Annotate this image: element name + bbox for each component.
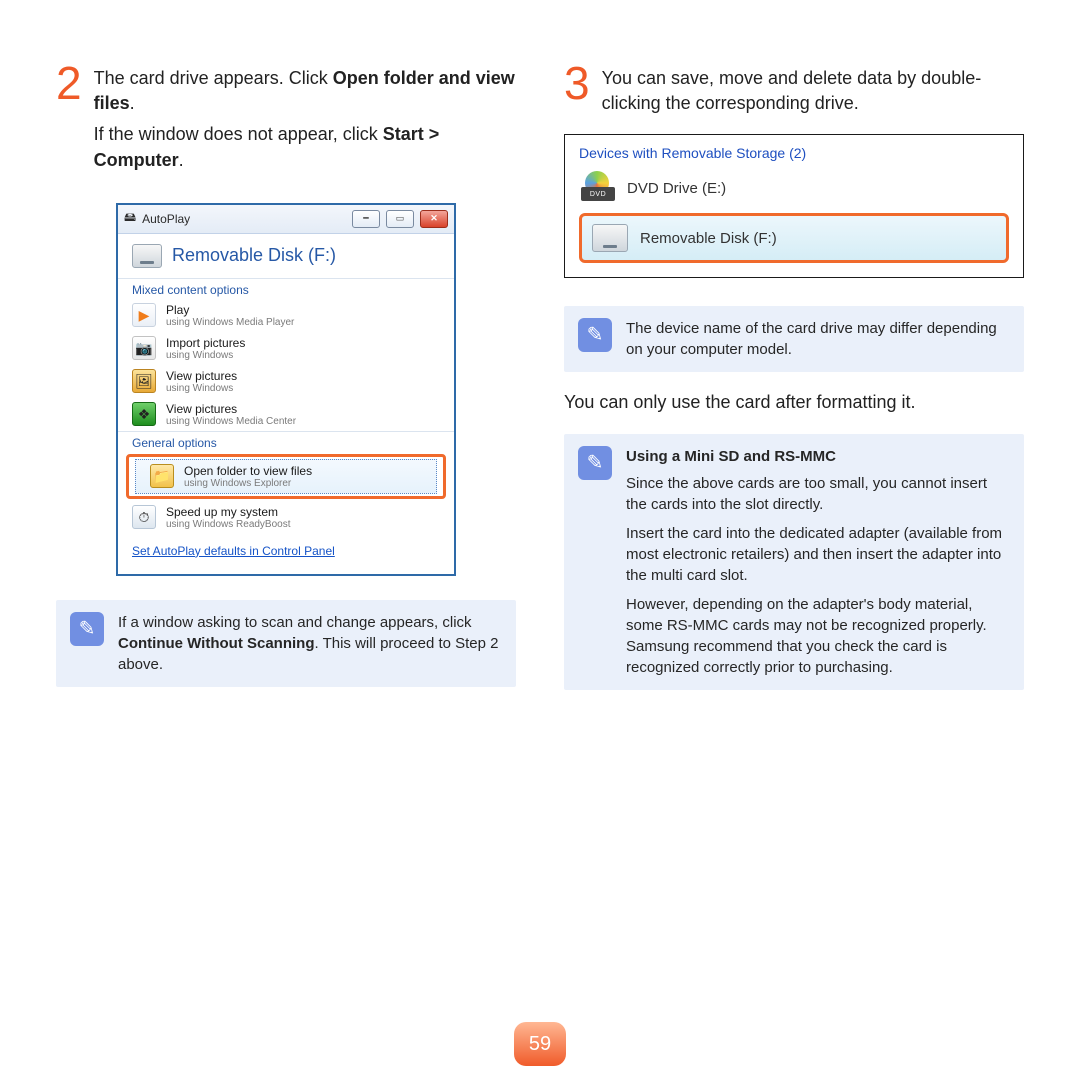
option-view-sub: using Windows — [166, 383, 237, 394]
format-card-text: You can only use the card after formatti… — [564, 390, 1024, 415]
dvd-drive-item[interactable]: DVD DVD Drive (E:) — [579, 169, 1009, 207]
step2-line1-pre: The card drive appears. Click — [94, 68, 333, 88]
autoplay-defaults-link[interactable]: Set AutoPlay defaults in Control Panel — [132, 544, 335, 558]
note-scan-pre: If a window asking to scan and change ap… — [118, 614, 472, 631]
note-mini-sd-p2: Insert the card into the dedicated adapt… — [626, 523, 1010, 586]
option-view-title: View pictures — [166, 369, 237, 383]
removable-disk-icon — [592, 224, 628, 252]
removable-disk-item[interactable]: Removable Disk (F:) — [592, 224, 996, 252]
page-number-badge: 59 — [514, 1022, 566, 1066]
option-open-folder[interactable]: 📁 Open folder to view files using Window… — [135, 459, 437, 494]
option-play-sub: using Windows Media Player — [166, 317, 294, 328]
option-view-pictures-wmc[interactable]: ❖ View pictures using Windows Media Cent… — [118, 398, 454, 431]
option-import-sub: using Windows — [166, 350, 245, 361]
autoplay-window: 🖴 AutoPlay ━ ▭ ✕ Removable Disk (F:) Mix… — [116, 203, 456, 576]
step2-line1-post: . — [130, 93, 135, 113]
step-2-header: 2 The card drive appears. Click Open fol… — [56, 60, 516, 173]
pencil-note-icon: ✎ — [578, 446, 612, 480]
page-content: 2 The card drive appears. Click Open fol… — [0, 0, 1080, 690]
option-wmc-sub: using Windows Media Center — [166, 416, 296, 427]
minimize-button[interactable]: ━ — [352, 210, 380, 228]
note-mini-sd-title: Using a Mini SD and RS-MMC — [626, 446, 1010, 467]
note-mini-sd-p1: Since the above cards are too small, you… — [626, 473, 1010, 515]
option-speed-sub: using Windows ReadyBoost — [166, 519, 291, 530]
dvd-box-label: DVD — [581, 187, 615, 201]
mixed-content-label: Mixed content options — [118, 278, 454, 299]
pictures-icon: 🖼 — [132, 369, 156, 393]
autoplay-title: AutoPlay — [142, 212, 346, 226]
step-2-body: The card drive appears. Click Open folde… — [94, 66, 516, 173]
autoplay-header-text: Removable Disk (F:) — [172, 245, 336, 266]
option-speed-title: Speed up my system — [166, 505, 291, 519]
option-play-title: Play — [166, 303, 294, 317]
step-3-body: You can save, move and delete data by do… — [602, 66, 1024, 116]
explorer-heading: Devices with Removable Storage (2) — [579, 145, 1009, 161]
close-button[interactable]: ✕ — [420, 210, 448, 228]
wmp-icon: ▶ — [132, 303, 156, 327]
option-view-pictures[interactable]: 🖼 View pictures using Windows — [118, 365, 454, 398]
option-speedup[interactable]: ⏱ Speed up my system using Windows Ready… — [118, 501, 454, 534]
note-mini-sd-p3: However, depending on the adapter's body… — [626, 594, 1010, 678]
pencil-note-icon: ✎ — [70, 612, 104, 646]
step2-line2-post: . — [179, 150, 184, 170]
dvd-drive-label: DVD Drive (E:) — [627, 180, 726, 197]
option-open-sub: using Windows Explorer — [184, 478, 312, 489]
option-open-title: Open folder to view files — [184, 464, 312, 478]
removable-disk-highlight: Removable Disk (F:) — [579, 213, 1009, 263]
step-number-3: 3 — [564, 60, 590, 106]
note-mini-sd: ✎ Using a Mini SD and RS-MMC Since the a… — [564, 434, 1024, 690]
option-play[interactable]: ▶ Play using Windows Media Player — [118, 299, 454, 332]
option-import-title: Import pictures — [166, 336, 245, 350]
note-device-text: The device name of the card drive may di… — [626, 318, 1010, 360]
pencil-note-icon: ✎ — [578, 318, 612, 352]
autoplay-footer: Set AutoPlay defaults in Control Panel — [118, 534, 454, 574]
note-scan-bold: Continue Without Scanning — [118, 635, 315, 652]
maximize-button[interactable]: ▭ — [386, 210, 414, 228]
autoplay-header: Removable Disk (F:) — [118, 234, 454, 278]
option-wmc-title: View pictures — [166, 402, 296, 416]
removable-disk-label: Removable Disk (F:) — [640, 230, 777, 247]
highlighted-option-box: 📁 Open folder to view files using Window… — [126, 454, 446, 499]
media-center-icon: ❖ — [132, 402, 156, 426]
autoplay-titlebar: 🖴 AutoPlay ━ ▭ ✕ — [118, 205, 454, 234]
step2-line2-pre: If the window does not appear, click — [94, 124, 383, 144]
camera-icon: 📷 — [132, 336, 156, 360]
dvd-drive-icon: DVD — [581, 175, 615, 201]
option-import-pictures[interactable]: 📷 Import pictures using Windows — [118, 332, 454, 365]
folder-icon: 📁 — [150, 464, 174, 488]
step-3-header: 3 You can save, move and delete data by … — [564, 60, 1024, 116]
left-column: 2 The card drive appears. Click Open fol… — [56, 60, 516, 690]
removable-disk-icon — [132, 244, 162, 268]
step-number-2: 2 — [56, 60, 82, 106]
readyboost-icon: ⏱ — [132, 505, 156, 529]
note-scan: ✎ If a window asking to scan and change … — [56, 600, 516, 687]
drive-small-icon: 🖴 — [124, 208, 136, 229]
note-device-name: ✎ The device name of the card drive may … — [564, 306, 1024, 372]
right-column: 3 You can save, move and delete data by … — [564, 60, 1024, 690]
explorer-panel: Devices with Removable Storage (2) DVD D… — [564, 134, 1024, 278]
general-options-label: General options — [118, 431, 454, 452]
